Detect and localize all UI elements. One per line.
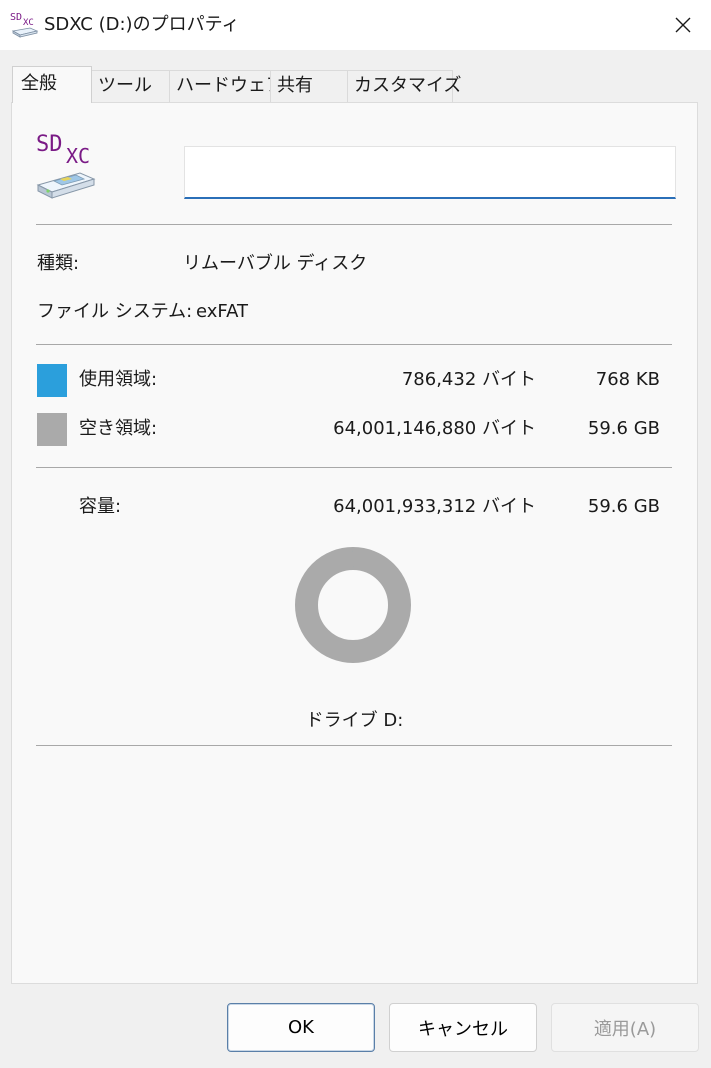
capacity-bytes: 64,001,933,312 バイト — [333, 496, 536, 517]
capacity-size: 59.6 GB — [587, 496, 660, 517]
used-space-swatch — [37, 364, 67, 397]
tab-hardware[interactable]: ハードウェア — [169, 70, 284, 103]
type-label: 種類: — [37, 253, 80, 274]
divider-lower — [36, 467, 672, 468]
free-space-size: 59.6 GB — [587, 418, 660, 439]
tab-general[interactable]: 全般 — [12, 66, 92, 103]
close-icon — [675, 17, 691, 33]
tab-customize[interactable]: カスタマイズ — [347, 70, 461, 103]
free-space-bytes: 64,001,146,880 バイト — [333, 418, 536, 439]
general-panel: SD XC 種類: リムーバブル ディスク ファイル システム: exFAT 使… — [11, 102, 698, 984]
svg-text:XC: XC — [23, 18, 34, 28]
free-space-ring — [295, 547, 411, 663]
free-space-label: 空き領域: — [79, 418, 158, 439]
window-title: SDXC (D:)のプロパティ — [44, 14, 240, 35]
svg-text:SD: SD — [10, 12, 22, 23]
volume-name-input[interactable] — [184, 146, 676, 199]
type-value: リムーバブル ディスク — [183, 253, 368, 274]
usage-donut-chart — [295, 547, 411, 663]
used-space-size: 768 KB — [595, 369, 660, 390]
used-space-bytes: 786,432 バイト — [401, 369, 536, 390]
drive-label: ドライブ D: — [305, 710, 404, 731]
cancel-button[interactable]: キャンセル — [389, 1003, 537, 1052]
properties-dialog: SD XC SDXC (D:)のプロパティ 全般 ツール ハードウェア 共有 カ… — [0, 0, 711, 1068]
close-button[interactable] — [655, 0, 711, 50]
tab-tools[interactable]: ツール — [91, 70, 170, 103]
tab-sharing[interactable]: 共有 — [270, 70, 348, 103]
icon-xc-text: XC — [66, 144, 90, 168]
sd-card-drive-icon: SD XC — [10, 12, 39, 38]
divider-top — [36, 224, 672, 225]
apply-button[interactable]: 適用(A) — [551, 1003, 699, 1052]
divider-bottom — [36, 745, 672, 746]
free-space-swatch — [37, 413, 67, 446]
ok-button[interactable]: OK — [227, 1003, 375, 1052]
capacity-label: 容量: — [79, 496, 122, 517]
sdxc-drive-icon: SD XC — [36, 132, 96, 199]
file-system-label: ファイル システム: — [37, 301, 193, 322]
used-space-label: 使用領域: — [79, 369, 158, 390]
divider-middle — [36, 344, 672, 345]
title-bar: SD XC SDXC (D:)のプロパティ — [0, 0, 711, 50]
file-system-value: exFAT — [196, 301, 249, 322]
icon-sd-text: SD — [36, 132, 63, 157]
